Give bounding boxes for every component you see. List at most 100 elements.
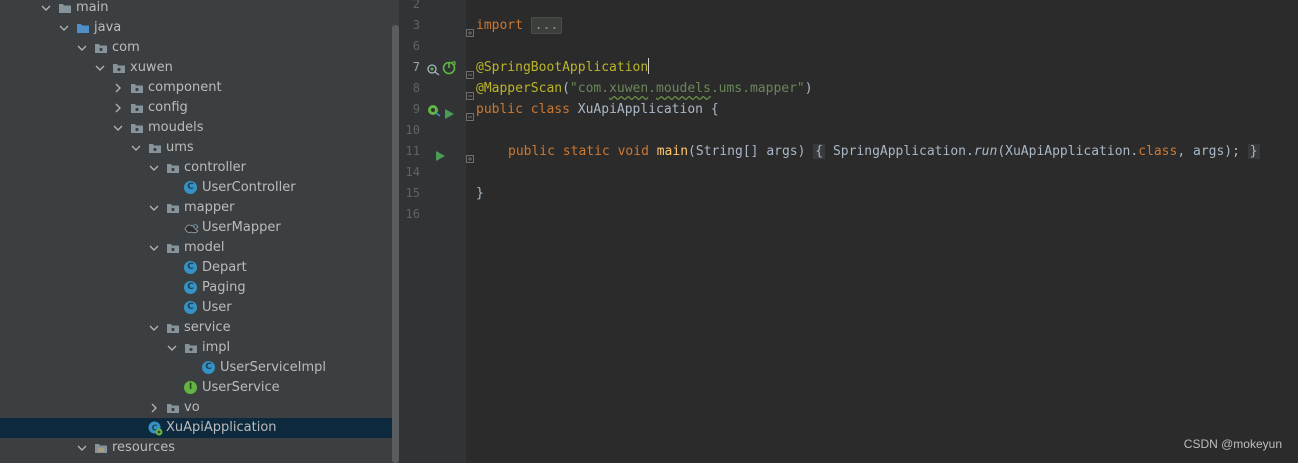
folded-imports[interactable]: ... <box>530 17 563 34</box>
chevron-down-icon[interactable] <box>76 38 88 58</box>
line-number: 11 <box>405 144 420 158</box>
fold-marker-icon[interactable] <box>466 64 474 79</box>
tree-node-component[interactable]: component <box>0 78 392 98</box>
tree-node-com[interactable]: com <box>0 38 392 58</box>
tree-node-usercontroller[interactable]: C UserController <box>0 178 392 198</box>
tree-node-ums[interactable]: ums <box>0 138 392 158</box>
tree-node-vo[interactable]: vo <box>0 398 392 418</box>
run-method-call: run <box>973 144 998 159</box>
tree-node-usermapper[interactable]: UserMapper <box>0 218 392 238</box>
class-icon: C <box>184 181 197 194</box>
brace: { <box>813 144 826 159</box>
line-number: 14 <box>405 165 420 179</box>
keyword: public <box>508 144 555 159</box>
tree-node-java[interactable]: java <box>0 18 392 38</box>
chevron-down-icon[interactable] <box>166 338 178 358</box>
call-args: (XuApiApplication. <box>997 144 1139 159</box>
class-icon: C <box>184 301 197 314</box>
fold-marker-icon[interactable] <box>466 22 474 37</box>
paren: ( <box>562 81 570 96</box>
tree-node-xuwen[interactable]: xuwen <box>0 58 392 78</box>
spring-boot-icon[interactable] <box>442 60 456 79</box>
fold-marker-icon[interactable] <box>466 148 474 163</box>
tree-node-depart[interactable]: C Depart <box>0 258 392 278</box>
tree-node-label: main <box>76 0 109 15</box>
tree-node-label: component <box>148 80 222 95</box>
tree-node-label: UserServiceImpl <box>220 360 327 375</box>
chevron-down-icon[interactable] <box>148 238 160 258</box>
tree-scrollbar[interactable] <box>392 0 399 463</box>
chevron-down-icon[interactable] <box>40 0 52 18</box>
tree-node-userserviceimpl[interactable]: C UserServiceImpl <box>0 358 392 378</box>
folder-icon <box>58 1 72 15</box>
code-line-spring-boot-annotation[interactable]: @SpringBootApplication <box>476 57 650 78</box>
spring-bean-run-icon[interactable] <box>427 102 441 121</box>
chevron-down-icon[interactable] <box>148 318 160 338</box>
code-line-class-declaration[interactable]: public class XuApiApplication { <box>476 99 719 120</box>
brace: { <box>710 102 719 117</box>
line-number: 15 <box>405 186 420 200</box>
package-icon <box>166 201 180 215</box>
paren: ) <box>804 81 813 96</box>
chevron-right-icon[interactable] <box>112 98 124 118</box>
tree-node-paging[interactable]: C Paging <box>0 278 392 298</box>
keyword: void <box>617 144 649 159</box>
chevron-down-icon[interactable] <box>148 198 160 218</box>
chevron-right-icon[interactable] <box>148 398 160 418</box>
code-line-import[interactable]: import ... <box>476 15 563 36</box>
fold-marker-icon[interactable] <box>466 106 474 121</box>
package-icon <box>166 321 180 335</box>
tree-node-main[interactable]: main <box>0 0 392 18</box>
line-number: 2 <box>412 0 420 11</box>
tree-node-userservice[interactable]: I UserService <box>0 378 392 398</box>
package-icon <box>148 141 162 155</box>
package-icon <box>130 101 144 115</box>
line-number: 7 <box>412 60 420 74</box>
chevron-down-icon[interactable] <box>148 158 160 178</box>
tree-node-label: service <box>184 320 231 335</box>
chevron-down-icon[interactable] <box>130 138 142 158</box>
class-name: XuApiApplication <box>577 102 703 117</box>
tree-node-label: xuwen <box>130 60 173 75</box>
keyword: class <box>1138 144 1178 159</box>
tree-node-service[interactable]: service <box>0 318 392 338</box>
mapper-scan-annotation: @MapperScan <box>476 81 563 96</box>
tree-node-user[interactable]: C User <box>0 298 392 318</box>
tree-scrollbar-thumb[interactable] <box>392 25 399 463</box>
brace: } <box>476 186 484 201</box>
package-icon <box>184 341 198 355</box>
class-icon: C <box>202 361 215 374</box>
run-class-icon[interactable] <box>445 104 454 123</box>
package-icon <box>130 81 144 95</box>
brace: } <box>1247 144 1260 159</box>
bean-navigation-icon[interactable] <box>427 61 440 80</box>
tree-node-label: Paging <box>202 280 246 295</box>
tree-node-impl[interactable]: impl <box>0 338 392 358</box>
chevron-down-icon[interactable] <box>58 18 70 38</box>
chevron-down-icon[interactable] <box>94 58 106 78</box>
string-literal: . <box>648 81 657 96</box>
mybatis-mapper-icon <box>184 221 199 235</box>
tree-node-controller[interactable]: controller <box>0 158 392 178</box>
tree-node-label: vo <box>184 400 200 415</box>
tree-node-moudels[interactable]: moudels <box>0 118 392 138</box>
fold-marker-icon[interactable] <box>466 85 474 100</box>
chevron-down-icon[interactable] <box>76 438 88 458</box>
chevron-down-icon[interactable] <box>112 118 124 138</box>
tree-node-label: XuApiApplication <box>166 420 277 435</box>
line-number: 6 <box>412 39 420 53</box>
tree-node-config[interactable]: config <box>0 98 392 118</box>
code-line-mapper-scan[interactable]: @MapperScan("com.xuwen.moudels.ums.mappe… <box>476 78 813 99</box>
package-icon <box>130 121 144 135</box>
code-line-class-close[interactable]: } <box>476 183 484 204</box>
chevron-right-icon[interactable] <box>112 78 124 98</box>
tree-node-mapper[interactable]: mapper <box>0 198 392 218</box>
string-literal: "com. <box>569 81 610 96</box>
run-main-icon[interactable] <box>436 146 445 165</box>
tree-node-label: User <box>202 300 232 315</box>
code-line-main-method[interactable]: public static void main(String[] args) {… <box>508 141 1260 162</box>
tree-node-model[interactable]: model <box>0 238 392 258</box>
tree-node-xuapiapplication[interactable]: C XuApiApplication <box>0 418 392 438</box>
tree-node-resources[interactable]: resources <box>0 438 392 458</box>
string-literal: moudels <box>656 81 711 96</box>
